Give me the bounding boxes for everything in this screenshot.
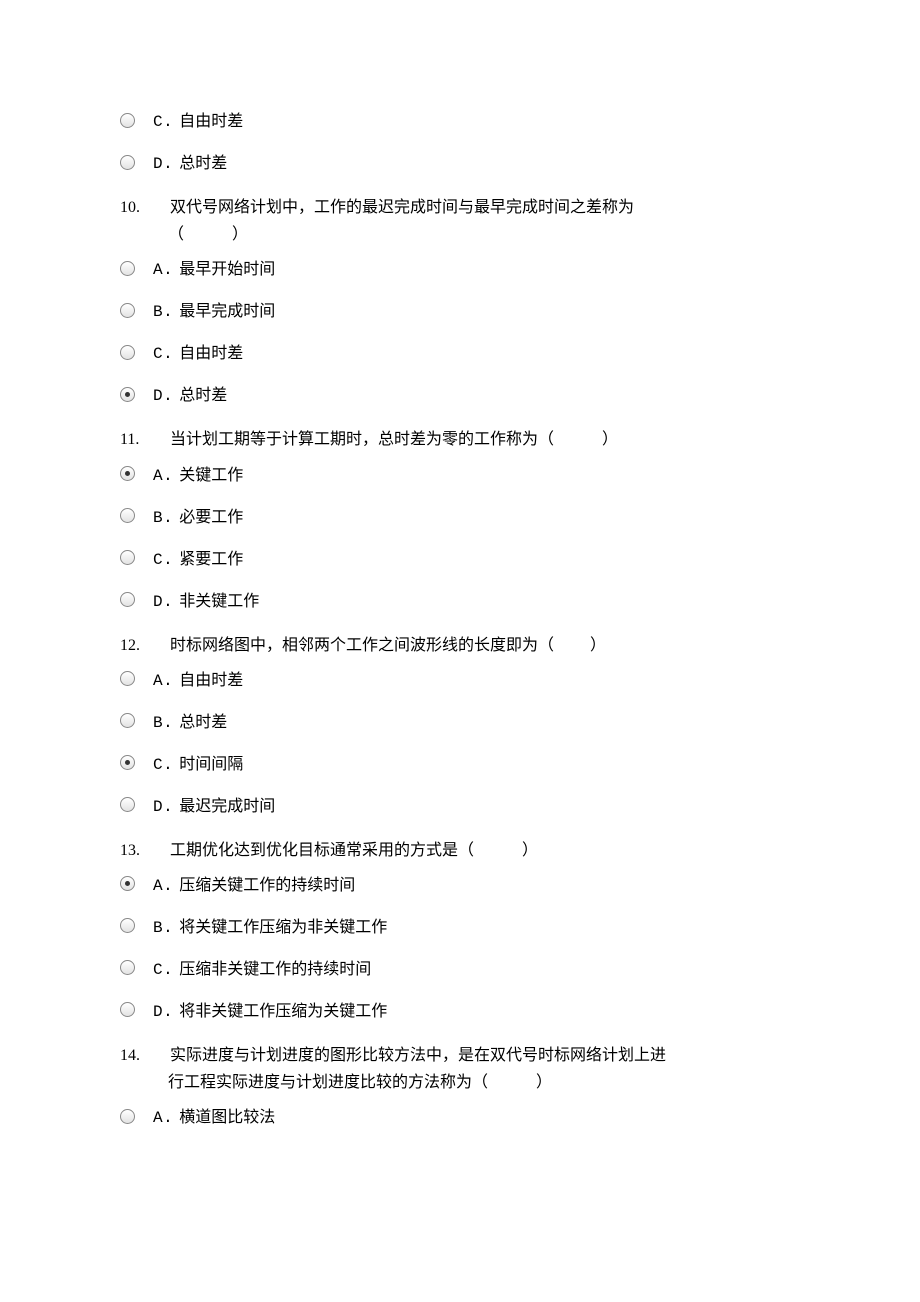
question: 10. 双代号网络计划中，工作的最迟完成时间与最早完成时间之差称为 （ ） [120, 194, 800, 248]
option-row[interactable]: B.必要工作 [120, 506, 800, 530]
option-text: 总时差 [179, 384, 227, 408]
question-text-continued: （ ） [120, 221, 800, 248]
option-letter: C. [153, 548, 173, 572]
radio-icon[interactable] [120, 918, 135, 933]
option-text: 将非关键工作压缩为关键工作 [179, 1000, 387, 1024]
question-number: 10. [120, 194, 154, 221]
option-text: 非关键工作 [179, 590, 259, 614]
option-letter: B. [153, 711, 173, 735]
option-row[interactable]: B.总时差 [120, 711, 800, 735]
option-row[interactable]: C.时间间隔 [120, 753, 800, 777]
option-text: 最迟完成时间 [179, 795, 275, 819]
radio-icon[interactable] [120, 1109, 135, 1124]
radio-dot-icon [125, 392, 130, 397]
option-letter: A. [153, 464, 173, 488]
radio-icon[interactable] [120, 345, 135, 360]
question: 12. 时标网络图中，相邻两个工作之间波形线的长度即为（ ） [120, 632, 800, 659]
question: 11. 当计划工期等于计算工期时，总时差为零的工作称为（ ） [120, 426, 800, 453]
option-text: 横道图比较法 [179, 1106, 275, 1130]
option-letter: A. [153, 669, 173, 693]
option-row[interactable]: D.最迟完成时间 [120, 795, 800, 819]
option-row[interactable]: A.压缩关键工作的持续时间 [120, 874, 800, 898]
option-row[interactable]: B.最早完成时间 [120, 300, 800, 324]
option-row[interactable]: D.将非关键工作压缩为关键工作 [120, 1000, 800, 1024]
radio-icon[interactable] [120, 797, 135, 812]
radio-icon[interactable] [120, 671, 135, 686]
option-letter: B. [153, 506, 173, 530]
question-number: 11. [120, 426, 154, 453]
option-row[interactable]: C.自由时差 [120, 110, 800, 134]
option-text: 自由时差 [179, 110, 243, 134]
option-letter: C. [153, 958, 173, 982]
option-row[interactable]: A.关键工作 [120, 464, 800, 488]
option-text: 将关键工作压缩为非关键工作 [179, 916, 387, 940]
question-text: 当计划工期等于计算工期时，总时差为零的工作称为（ ） [170, 431, 618, 448]
option-letter: C. [153, 110, 173, 134]
question-text: 时标网络图中，相邻两个工作之间波形线的长度即为（ ） [170, 637, 606, 654]
option-row[interactable]: B.将关键工作压缩为非关键工作 [120, 916, 800, 940]
option-row[interactable]: A.自由时差 [120, 669, 800, 693]
option-letter: B. [153, 300, 173, 324]
option-letter: D. [153, 1000, 173, 1024]
option-text: 压缩非关键工作的持续时间 [179, 958, 371, 982]
option-letter: D. [153, 152, 173, 176]
option-row[interactable]: C.压缩非关键工作的持续时间 [120, 958, 800, 982]
radio-icon[interactable] [120, 876, 135, 891]
radio-icon[interactable] [120, 387, 135, 402]
option-letter: D. [153, 795, 173, 819]
option-row[interactable]: D.总时差 [120, 384, 800, 408]
question-number: 14. [120, 1042, 154, 1069]
radio-icon[interactable] [120, 508, 135, 523]
question-text-continued: 行工程实际进度与计划进度比较的方法称为（ ） [120, 1069, 800, 1096]
question-number: 13. [120, 837, 154, 864]
option-text: 时间间隔 [179, 753, 243, 777]
radio-dot-icon [125, 471, 130, 476]
radio-icon[interactable] [120, 550, 135, 565]
radio-icon[interactable] [120, 713, 135, 728]
question: 14. 实际进度与计划进度的图形比较方法中，是在双代号时标网络计划上进行工程实际… [120, 1042, 800, 1096]
option-text: 总时差 [179, 711, 227, 735]
option-letter: A. [153, 1106, 173, 1130]
option-row[interactable]: D.非关键工作 [120, 590, 800, 614]
radio-icon[interactable] [120, 303, 135, 318]
option-text: 最早开始时间 [179, 258, 275, 282]
option-row[interactable]: D.总时差 [120, 152, 800, 176]
question-text: 工期优化达到优化目标通常采用的方式是（ ） [170, 842, 538, 859]
option-text: 自由时差 [179, 669, 243, 693]
option-row[interactable]: C.自由时差 [120, 342, 800, 366]
radio-icon[interactable] [120, 755, 135, 770]
option-letter: C. [153, 342, 173, 366]
radio-icon[interactable] [120, 960, 135, 975]
option-letter: A. [153, 258, 173, 282]
option-text: 必要工作 [179, 506, 243, 530]
radio-icon[interactable] [120, 113, 135, 128]
radio-icon[interactable] [120, 592, 135, 607]
question-number: 12. [120, 632, 154, 659]
radio-icon[interactable] [120, 155, 135, 170]
option-text: 自由时差 [179, 342, 243, 366]
option-letter: D. [153, 384, 173, 408]
radio-icon[interactable] [120, 261, 135, 276]
question-text: 实际进度与计划进度的图形比较方法中，是在双代号时标网络计划上进 [170, 1047, 666, 1064]
option-text: 最早完成时间 [179, 300, 275, 324]
question: 13. 工期优化达到优化目标通常采用的方式是（ ） [120, 837, 800, 864]
question-text: 双代号网络计划中，工作的最迟完成时间与最早完成时间之差称为 [170, 199, 634, 216]
option-text: 总时差 [179, 152, 227, 176]
option-row[interactable]: C.紧要工作 [120, 548, 800, 572]
option-text: 紧要工作 [179, 548, 243, 572]
option-letter: A. [153, 874, 173, 898]
option-letter: C. [153, 753, 173, 777]
option-row[interactable]: A.横道图比较法 [120, 1106, 800, 1130]
radio-icon[interactable] [120, 1002, 135, 1017]
radio-icon[interactable] [120, 466, 135, 481]
option-row[interactable]: A.最早开始时间 [120, 258, 800, 282]
option-letter: B. [153, 916, 173, 940]
document-page: C.自由时差D.总时差10. 双代号网络计划中，工作的最迟完成时间与最早完成时间… [0, 0, 920, 1302]
radio-dot-icon [125, 760, 130, 765]
option-text: 关键工作 [179, 464, 243, 488]
option-letter: D. [153, 590, 173, 614]
radio-dot-icon [125, 881, 130, 886]
option-text: 压缩关键工作的持续时间 [179, 874, 355, 898]
